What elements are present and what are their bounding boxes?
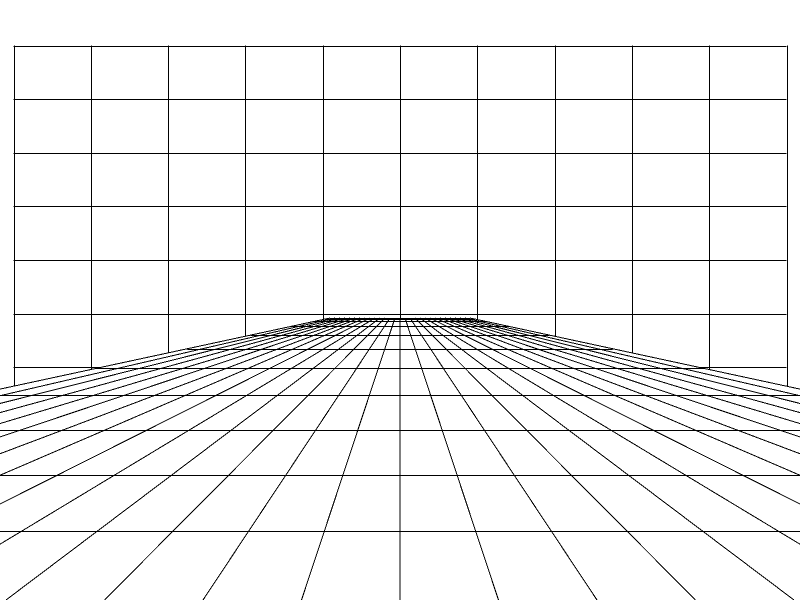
perspective-grid-scene <box>0 0 800 600</box>
